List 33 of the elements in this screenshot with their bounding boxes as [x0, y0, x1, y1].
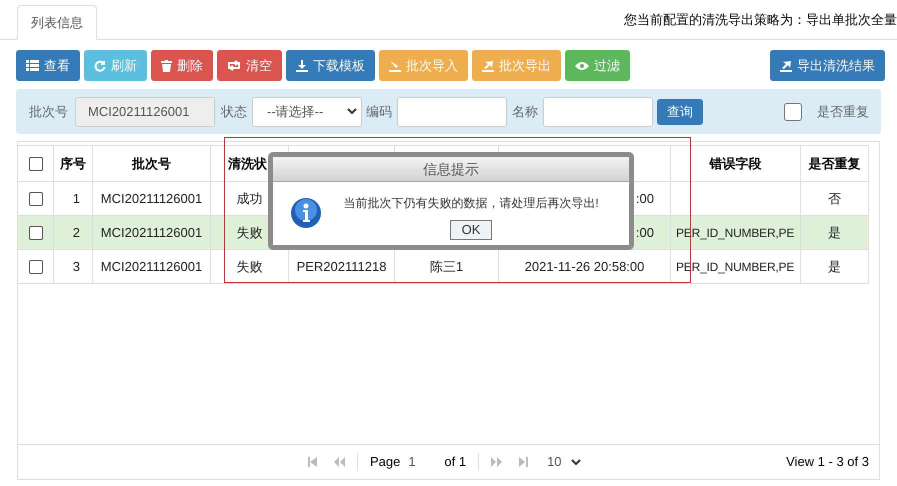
- table-cell-text: MCI20211126001: [100, 224, 202, 242]
- table-cell-text: MCI20211126001: [100, 190, 202, 208]
- table-cell-text: 否: [828, 190, 841, 208]
- table-cell-text: 1: [72, 190, 80, 208]
- table-cell-text: PER202111218: [296, 258, 386, 276]
- field-label: 名称: [512, 102, 538, 121]
- column-header: 清洗状: [228, 154, 267, 173]
- table-cell-text: 失败: [236, 258, 262, 276]
- table-cell-text: 陈三1: [430, 258, 464, 276]
- table-cell-text: 2: [72, 224, 80, 242]
- page-count: of 1: [444, 453, 466, 472]
- column-header: 批次号: [132, 154, 171, 173]
- table-cell-text: :00: [636, 190, 654, 208]
- column-header: 序号: [60, 154, 86, 173]
- field-label: 是否重复: [817, 102, 869, 121]
- dialog-message: 当前批次下仍有失败的数据，请处理后再次导出!: [343, 195, 599, 212]
- column-header: 是否重复: [808, 154, 860, 173]
- field-label: 批次号: [29, 102, 68, 121]
- table-cell-text: 3: [72, 258, 80, 276]
- table-cell-text: 是: [828, 224, 841, 242]
- page-label: Page: [370, 453, 400, 472]
- table-cell-text: 成功: [236, 190, 262, 208]
- table-cell-text: 是: [828, 258, 841, 276]
- dialog-title: 信息提示: [423, 160, 479, 178]
- table-cell-text: :00: [636, 224, 654, 242]
- table-cell-text: 2021-11-26 20:58:00: [524, 258, 644, 276]
- policy-text: 您当前配置的清洗导出策略为：导出单批次全量: [624, 11, 897, 29]
- column-header: 错误字段: [710, 154, 762, 173]
- table-cell-text: MCI20211126001: [100, 258, 202, 276]
- table-cell-text: 失败: [236, 224, 262, 242]
- field-label: 状态: [221, 102, 247, 121]
- field-label: 编码: [366, 102, 392, 121]
- record-count: View 1 - 3 of 3: [786, 453, 869, 472]
